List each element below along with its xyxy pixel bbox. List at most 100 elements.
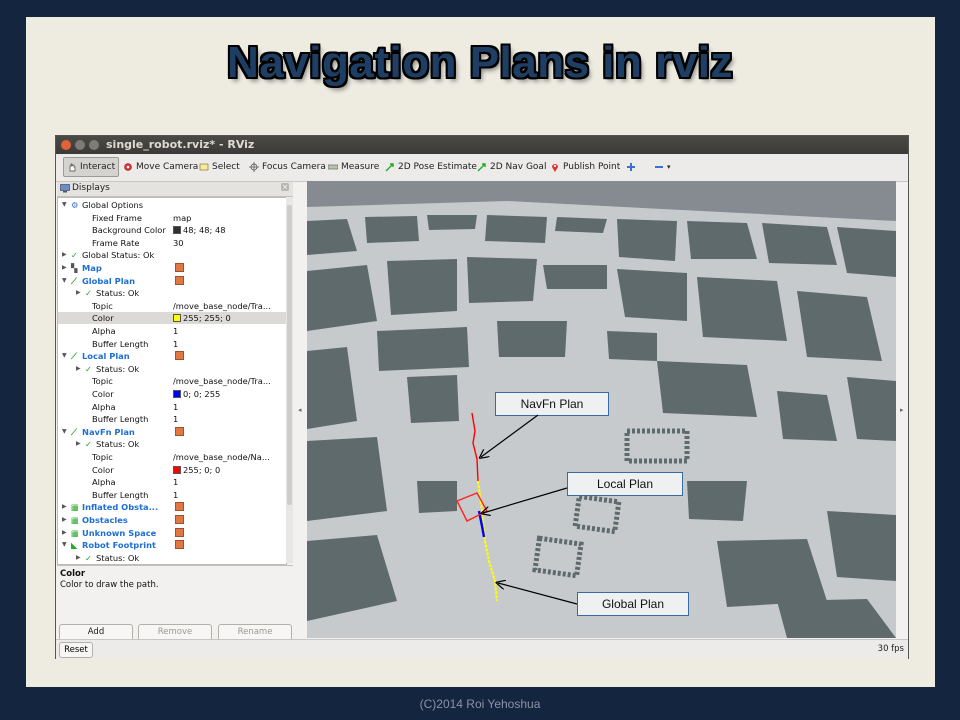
- expand-down-icon[interactable]: ▼: [62, 350, 67, 362]
- display-row[interactable]: ▶ ✓ Status: Ok: [58, 552, 286, 564]
- expand-right-icon[interactable]: ▶: [62, 249, 67, 261]
- select-tool-button[interactable]: Select: [199, 158, 240, 176]
- measure-tool-button[interactable]: Measure: [328, 158, 379, 176]
- display-row[interactable]: ▼ ⟋ Local Plan: [58, 350, 286, 362]
- enable-checkbox[interactable]: [175, 502, 184, 512]
- window-title: single_robot.rviz* - RViz: [106, 138, 255, 151]
- display-row[interactable]: ▶ ▦ Inflated Obsta...: [58, 501, 286, 513]
- expand-right-icon[interactable]: ▶: [62, 527, 67, 539]
- display-row[interactable]: Background Color 48; 48; 48: [58, 224, 286, 236]
- close-window-button[interactable]: [61, 140, 71, 150]
- expand-right-icon[interactable]: ▶: [76, 363, 81, 375]
- expand-down-icon[interactable]: ▼: [62, 275, 67, 287]
- interact-tool-button[interactable]: Interact: [63, 157, 120, 177]
- remove-tool-button[interactable]: ▾: [654, 158, 671, 176]
- crosshair-icon: [249, 162, 259, 172]
- enable-checkbox[interactable]: [175, 263, 184, 272]
- toolbar: Interact Move Camera Select Focus Camera…: [56, 154, 908, 182]
- display-row-label: Color: [92, 464, 114, 475]
- pose-estimate-tool-button[interactable]: 2D Pose Estimate: [385, 158, 477, 176]
- expand-right-icon[interactable]: ▶: [62, 501, 67, 513]
- enable-checkbox[interactable]: [175, 540, 184, 550]
- display-row[interactable]: ▶ ✓ Status: Ok: [58, 287, 286, 299]
- display-row[interactable]: Topic/move_base_node/Na...: [58, 451, 286, 463]
- plus-icon: [627, 163, 635, 171]
- enable-checkbox[interactable]: [175, 426, 184, 436]
- display-row[interactable]: Buffer Length 1: [58, 413, 286, 425]
- check-icon: ✓: [85, 363, 92, 374]
- display-row[interactable]: Fixed Frame map: [58, 212, 286, 224]
- display-row[interactable]: ▼ ⚙ Global Options: [58, 199, 286, 211]
- display-row[interactable]: Topic/move_base_node/Tra...: [58, 300, 286, 312]
- display-row[interactable]: ▼ ⟋ Global Plan: [58, 275, 286, 287]
- display-row-label: Status: Ok: [96, 288, 140, 299]
- color-swatch[interactable]: [173, 314, 181, 323]
- displays-scrollbar[interactable]: [286, 197, 293, 563]
- display-row[interactable]: ▼ ◣ Robot Footprint: [58, 539, 286, 551]
- display-row[interactable]: Color 255; 0; 0: [58, 464, 286, 476]
- gear-icon: ⚙: [71, 200, 79, 210]
- path-icon: ⟋: [71, 275, 77, 286]
- displays-tree[interactable]: ▼ ⚙ Global Options Fixed Frame map Background…: [57, 197, 287, 565]
- displays-title: Displays: [72, 183, 110, 193]
- color-swatch[interactable]: [173, 465, 181, 474]
- value-text: /move_base_node/Tra...: [173, 300, 271, 311]
- display-row[interactable]: Buffer Length 1: [58, 338, 286, 350]
- display-row[interactable]: ▶ ✓ Status: Ok: [58, 363, 286, 375]
- display-row[interactable]: Topic/move_base_node/Tra...: [58, 375, 286, 387]
- slide-title: Navigation Plans in rviz: [227, 38, 733, 87]
- scrollbar-thumb[interactable]: [287, 205, 292, 505]
- close-panel-icon[interactable]: ×: [281, 183, 289, 191]
- expand-right-icon[interactable]: ▶: [76, 552, 81, 564]
- display-row-value: /move_base_node/Tra...: [173, 375, 271, 387]
- value-text: 255; 255; 0: [183, 313, 231, 324]
- display-row[interactable]: Color 255; 255; 0: [58, 312, 286, 325]
- collapse-left-icon[interactable]: ◂: [298, 406, 302, 414]
- color-swatch[interactable]: [173, 390, 181, 398]
- maximize-window-button[interactable]: [89, 140, 99, 150]
- navfn-plan-callout: NavFn Plan: [495, 392, 609, 416]
- collapse-right-icon[interactable]: ▸: [900, 406, 904, 414]
- expand-down-icon[interactable]: ▼: [62, 199, 67, 211]
- window-titlebar: single_robot.rviz* - RViz: [56, 136, 908, 154]
- display-row[interactable]: Buffer Length 1: [58, 489, 286, 501]
- display-row-value: 48; 48; 48: [173, 224, 226, 236]
- description-title: Color: [60, 569, 86, 579]
- display-row[interactable]: Alpha 1: [58, 476, 286, 488]
- move-camera-label: Move Camera: [136, 162, 199, 172]
- rviz-window: single_robot.rviz* - RViz Interact Move …: [56, 136, 908, 659]
- enable-checkbox[interactable]: [175, 275, 184, 285]
- expand-right-icon[interactable]: ▶: [62, 262, 67, 274]
- nav-goal-tool-button[interactable]: 2D Nav Goal: [477, 158, 546, 176]
- display-row[interactable]: ▶ ▦ Obstacles: [58, 514, 286, 526]
- enable-checkbox[interactable]: [175, 527, 184, 537]
- display-row[interactable]: Color 0; 0; 255: [58, 388, 286, 400]
- expand-right-icon[interactable]: ▶: [76, 438, 81, 450]
- color-swatch[interactable]: [173, 226, 181, 235]
- display-row[interactable]: ▶ ▚ Map: [58, 262, 286, 274]
- display-row[interactable]: Frame Rate 30: [58, 237, 286, 249]
- display-row-label: Unknown Space: [82, 527, 157, 538]
- minimize-window-button[interactable]: [75, 140, 85, 150]
- map-pin-icon: [552, 164, 558, 172]
- nav-goal-label: 2D Nav Goal: [490, 162, 547, 172]
- display-row[interactable]: ▼ ⟋ NavFn Plan: [58, 426, 286, 438]
- grid-icon: ▦: [71, 515, 79, 525]
- display-row[interactable]: ▶ ▦ Unknown Space: [58, 527, 286, 539]
- publish-point-tool-button[interactable]: Publish Point: [550, 158, 620, 176]
- expand-down-icon[interactable]: ▼: [62, 426, 67, 438]
- expand-right-icon[interactable]: ▶: [76, 287, 81, 299]
- expand-down-icon[interactable]: ▼: [62, 539, 67, 551]
- reset-button[interactable]: Reset: [59, 642, 93, 658]
- display-row[interactable]: ▶ ✓ Global Status: Ok: [58, 249, 286, 261]
- local-plan-callout: Local Plan: [567, 472, 683, 496]
- add-tool-button[interactable]: [626, 158, 636, 176]
- focus-camera-tool-button[interactable]: Focus Camera: [249, 158, 326, 176]
- display-row[interactable]: Alpha 1: [58, 325, 286, 337]
- move-camera-tool-button[interactable]: Move Camera: [123, 158, 198, 176]
- expand-right-icon[interactable]: ▶: [62, 514, 67, 526]
- display-row[interactable]: Alpha 1: [58, 401, 286, 413]
- enable-checkbox[interactable]: [175, 351, 184, 361]
- display-row[interactable]: ▶ ✓ Status: Ok: [58, 438, 286, 450]
- enable-checkbox[interactable]: [175, 515, 184, 524]
